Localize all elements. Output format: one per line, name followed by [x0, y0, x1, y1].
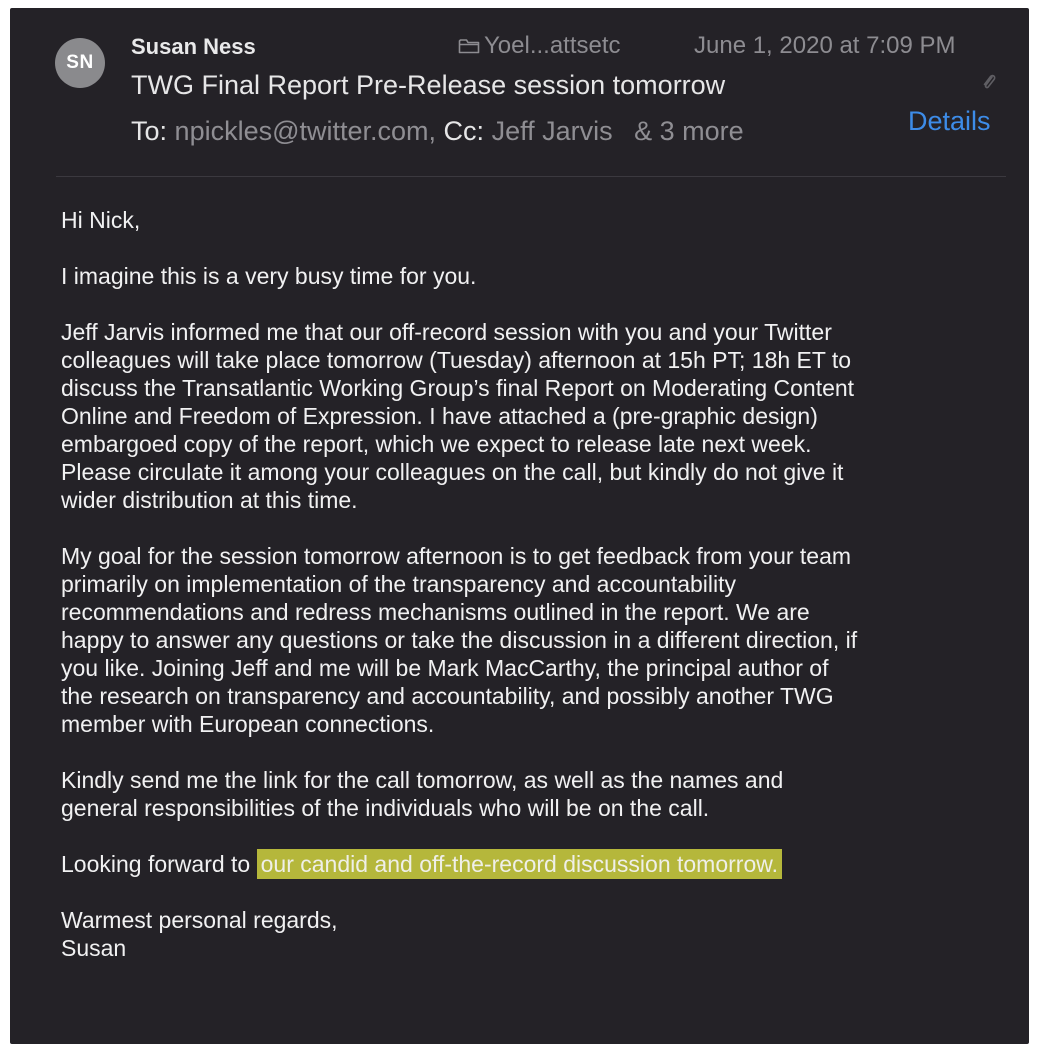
more-recipients[interactable]: & 3 more	[634, 116, 744, 146]
folder-label: Yoel...attsetc	[484, 32, 621, 59]
cc-recipient[interactable]: Jeff Jarvis	[492, 116, 613, 146]
avatar: SN	[55, 38, 105, 88]
paragraph-1: I imagine this is a very busy time for y…	[61, 263, 477, 289]
greeting: Hi Nick,	[61, 207, 141, 233]
email-window: SN Susan Ness Yoel...attsetc June 1, 202…	[10, 8, 1029, 1044]
paragraph-4: Kindly send me the link for the call tom…	[61, 767, 784, 821]
email-body: Hi Nick, I imagine this is a very busy t…	[61, 206, 1021, 962]
highlighted-text: our candid and off-the-record discussion…	[256, 849, 782, 879]
folder-icon	[458, 39, 480, 54]
paperclip-icon	[983, 74, 996, 89]
sender-name[interactable]: Susan Ness	[131, 34, 256, 60]
cc-label: Cc:	[443, 116, 485, 146]
to-label: To:	[131, 116, 168, 146]
paragraph-2: Jeff Jarvis informed me that our off-rec…	[61, 319, 855, 513]
paragraph-3: My goal for the session tomorrow afterno…	[61, 543, 858, 737]
paragraph-5: Looking forward to our candid and off-th…	[61, 849, 1021, 879]
closing-prefix: Looking forward to	[61, 851, 251, 877]
email-date: June 1, 2020 at 7:09 PM	[694, 32, 956, 59]
to-recipient[interactable]: npickles@twitter.com,	[175, 116, 436, 146]
recipients-line: To: npickles@twitter.com, Cc: Jeff Jarvi…	[131, 116, 744, 147]
mailbox-folder: Yoel...attsetc	[458, 32, 621, 60]
closing: Warmest personal regards,	[61, 907, 338, 933]
email-subject: TWG Final Report Pre-Release session tom…	[131, 70, 726, 100]
email-header: SN Susan Ness Yoel...attsetc June 1, 202…	[10, 8, 1029, 178]
signature: Susan	[61, 935, 127, 961]
header-divider	[56, 176, 1006, 177]
details-link[interactable]: Details	[908, 106, 991, 137]
